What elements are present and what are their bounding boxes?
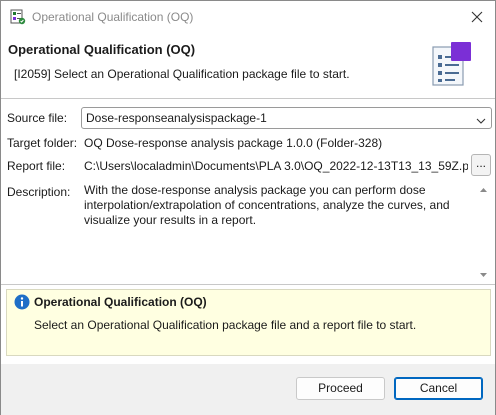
target-folder-label: Target folder: [7, 136, 78, 150]
dialog-window: Operational Qualification (OQ) Operation… [0, 0, 496, 415]
header-subtitle: [I2059] Select an Operational Qualificat… [14, 67, 350, 81]
checklist-document-icon [431, 41, 473, 87]
chevron-down-icon [476, 114, 486, 124]
scroll-down-arrow-icon [480, 273, 487, 277]
scroll-up-arrow-icon [480, 188, 487, 192]
info-panel: Operational Qualification (OQ) Select an… [6, 289, 491, 356]
source-file-label: Source file: [7, 111, 68, 125]
description-text: With the dose-response analysis package … [84, 183, 470, 228]
close-icon [471, 11, 483, 23]
header-separator [1, 98, 495, 99]
description-scrollbar[interactable] [475, 182, 492, 283]
info-text: Select an Operational Qualification pack… [34, 318, 417, 332]
qualification-app-icon [10, 9, 26, 25]
dialog-footer: Proceed Cancel [1, 364, 495, 415]
dialog-header: Operational Qualification (OQ) [I2059] S… [1, 33, 495, 98]
header-title: Operational Qualification (OQ) [8, 42, 196, 57]
proceed-button[interactable]: Proceed [296, 377, 385, 400]
info-icon [14, 294, 30, 310]
close-button[interactable] [459, 1, 495, 33]
description-label: Description: [7, 185, 71, 199]
target-folder-value: OQ Dose-response analysis package 1.0.0 … [84, 136, 383, 150]
source-file-value: Dose-responseanalysispackage-1 [86, 111, 267, 125]
window-title: Operational Qualification (OQ) [32, 10, 194, 24]
description-line: With the dose-response analysis package … [84, 183, 426, 197]
title-bar[interactable]: Operational Qualification (OQ) [1, 1, 495, 33]
description-line: visualize your results in a report. [84, 213, 257, 227]
description-line: interpolation/extrapolation of concentra… [84, 198, 450, 212]
report-file-path[interactable]: C:\Users\localadmin\Documents\PLA 3.0\OQ… [84, 159, 468, 173]
browse-report-button[interactable]: ... [471, 154, 491, 176]
report-file-label: Report file: [7, 159, 66, 173]
cancel-button[interactable]: Cancel [394, 377, 483, 400]
info-title: Operational Qualification (OQ) [34, 295, 207, 309]
source-file-select[interactable]: Dose-responseanalysispackage-1 [81, 107, 492, 129]
form-separator [1, 284, 495, 285]
